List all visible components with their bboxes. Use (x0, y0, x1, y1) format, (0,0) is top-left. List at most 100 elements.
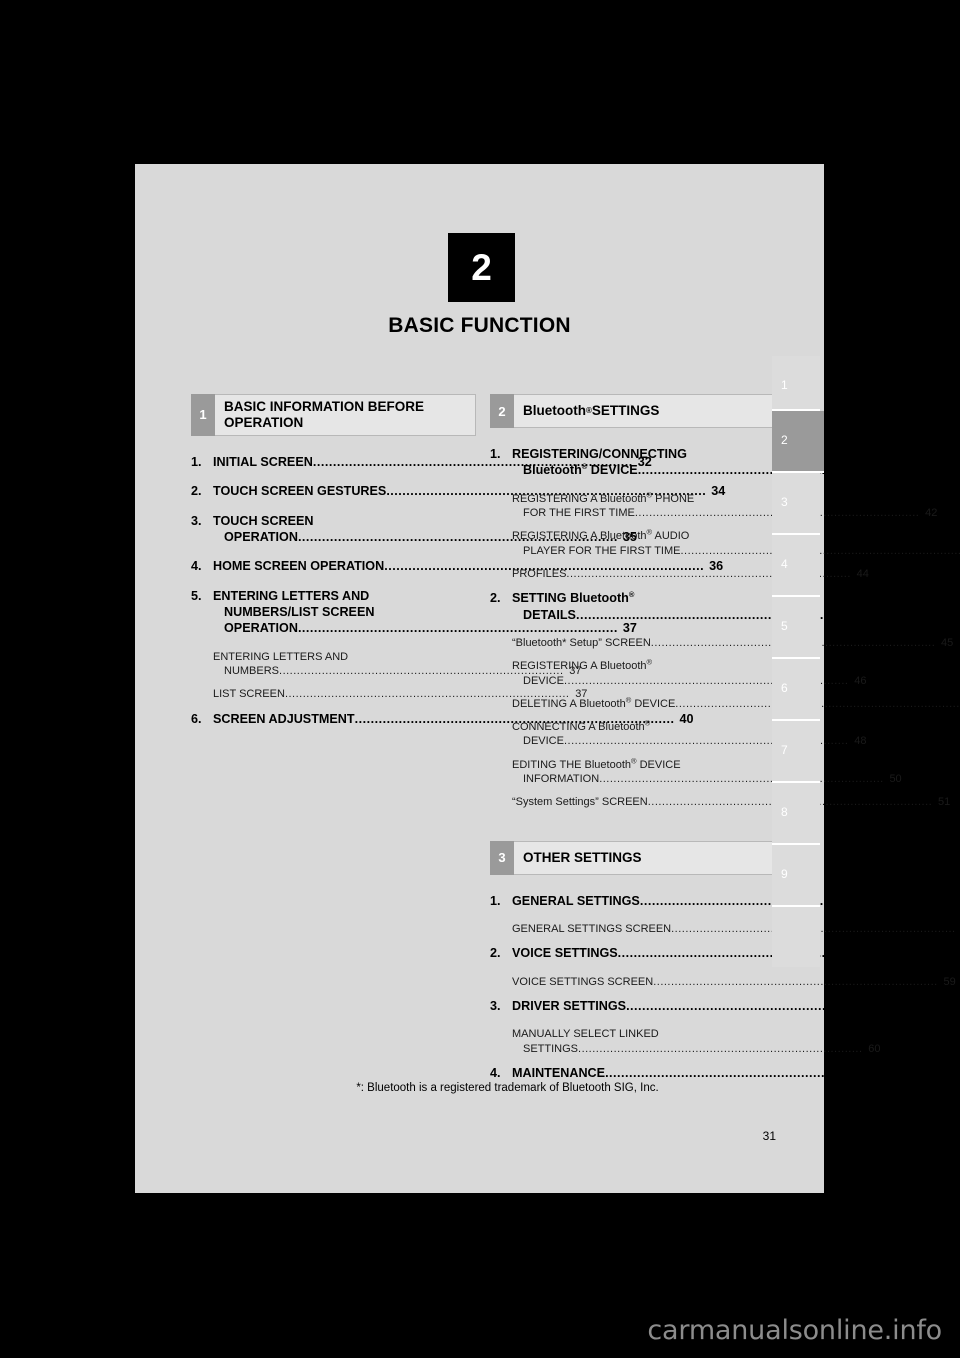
toc-entry-body: MAINTENANCE ............................… (512, 1065, 944, 1081)
toc-entry[interactable]: 5. ENTERING LETTERS AND NUMBERS/LIST SCREE… (191, 588, 637, 637)
toc-entry[interactable]: 2. VOICE SETTINGS .......................… (490, 945, 957, 961)
toc-subentry-body: REGISTERING A Bluetooth® PHONE FOR THE FI… (512, 490, 938, 521)
chapter-tab-7[interactable]: 7 (772, 721, 820, 783)
chapter-tab-blank[interactable] (772, 907, 820, 967)
toc-subentry-body: VOICE SETTINGS SCREEN ..................… (512, 975, 956, 989)
chapter-tab-1[interactable]: 1 (772, 356, 820, 411)
toc-section-header[interactable]: 3 OTHER SETTINGS (490, 840, 775, 875)
toc-entry-text: NUMBERS/LIST SCREEN (224, 605, 375, 619)
toc-subentry-line: EDITING THE Bluetooth® DEVICE (512, 757, 902, 772)
registered-trademark-icon: ® (646, 657, 653, 667)
toc-section-title: BASIC INFORMATION BEFORE OPERATION (215, 394, 476, 436)
toc-entry-text: VOICE SETTINGS SCREEN (512, 975, 654, 988)
chapter-tab-5[interactable]: 5 (772, 597, 820, 659)
toc-subentry[interactable]: “Bluetooth* Setup” SCREEN ..............… (490, 636, 953, 650)
toc-subentry[interactable]: REGISTERING A Bluetooth® DEVICE .........… (490, 657, 866, 688)
toc-entry-text: SETTINGS (523, 1042, 579, 1055)
trademark-footnote: *: Bluetooth is a registered trademark o… (356, 1082, 659, 1094)
toc-entry-text: MANUALLY SELECT LINKED (512, 1028, 659, 1041)
toc-section-number: 2 (490, 394, 514, 428)
toc-entry-text: GENERAL SETTINGS SCREEN (512, 922, 672, 935)
toc-entry-body: GENERAL SETTINGS .......................… (512, 893, 960, 909)
toc-subentry[interactable]: “System Settings” SCREEN ...............… (490, 795, 950, 809)
toc-page-number: 45 (941, 636, 954, 649)
toc-entry-text: CONNECTING A Bluetooth® (512, 718, 651, 734)
toc-entry-text: REGISTERING A Bluetooth® PHONE (512, 490, 695, 505)
toc-subentry-body: EDITING THE Bluetooth® DEVICE INFORMATION… (512, 757, 902, 787)
toc-entry-text: OPERATION (224, 529, 298, 544)
toc-page-number: 51 (937, 796, 951, 809)
toc-entry-body: VOICE SETTINGS .........................… (512, 945, 957, 961)
toc-column-right: 2 Bluetooth ® SETTINGS 1. REGISTERING/CONNEC… (490, 394, 960, 1094)
chapter-tab-4[interactable]: 4 (772, 535, 820, 597)
chapter-tab-9[interactable]: 9 (772, 845, 820, 907)
toc-entry-number: 2. (490, 946, 501, 961)
toc-entry-text: FOR THE FIRST TIME (523, 507, 635, 520)
toc-entry-text: ENTERING LETTERS AND (213, 650, 349, 663)
toc-entry[interactable]: 1. GENERAL SETTINGS .....................… (490, 893, 959, 909)
chapter-tab-3[interactable]: 3 (772, 473, 820, 535)
dot-leader: ........................................… (653, 975, 938, 988)
toc-page-number: 42 (925, 507, 938, 520)
chapter-tab-label: 1 (781, 378, 788, 392)
toc-subentry[interactable]: VOICE SETTINGS SCREEN ..................… (490, 975, 956, 989)
toc-entry-text: REGISTERING/CONNECTING (512, 447, 687, 461)
chapter-tab-label: 4 (781, 557, 788, 571)
toc-subentry[interactable]: ENTERING LETTERS AND NUMBERS ............… (191, 650, 582, 679)
chapter-tab-label: 5 (781, 619, 788, 633)
chapter-tab-6[interactable]: 6 (772, 659, 820, 721)
toc-entry[interactable]: 4. MAINTENANCE ..........................… (490, 1065, 944, 1081)
toc-subentry-line: MANUALLY SELECT LINKED (512, 1027, 881, 1041)
chapter-tab-strip: 1 2 3 4 5 6 7 8 9 (772, 356, 824, 967)
toc-entry-body: REGISTERING/CONNECTING Bluetooth® DEVICE … (512, 446, 960, 479)
toc-entry[interactable]: 3. DRIVER SETTINGS ......................… (490, 998, 960, 1014)
chapter-tab-label: 6 (781, 681, 788, 695)
toc-subentry-line: SETTINGS ...............................… (512, 1042, 881, 1056)
toc-section-title: OTHER SETTINGS (514, 840, 775, 875)
registered-trademark-icon: ® (628, 590, 635, 600)
toc-section-header[interactable]: 2 Bluetooth ® SETTINGS (490, 394, 775, 428)
toc-entry-text: HOME SCREEN OPERATION (213, 559, 385, 574)
toc-entry-number: 3. (490, 998, 501, 1013)
toc-subentry[interactable]: GENERAL SETTINGS SCREEN ................… (490, 922, 955, 936)
toc-entry[interactable]: 1. REGISTERING/CONNECTING Bluetooth® DEVIC… (490, 446, 957, 479)
toc-subentry[interactable]: EDITING THE Bluetooth® DEVICE INFORMATION… (490, 757, 902, 787)
toc-entry-text: “System Settings” SCREEN (512, 796, 648, 809)
toc-entry-text: DELETING A Bluetooth® DEVICE (512, 695, 676, 710)
toc-subentry-line: REGISTERING A Bluetooth® AUDIO (512, 528, 960, 543)
toc-subentry-line: “System Settings” SCREEN ...............… (512, 795, 950, 809)
page-number: 31 (762, 1129, 776, 1143)
toc-entry-text: “Bluetooth* Setup” SCREEN (512, 636, 651, 649)
toc-subentry[interactable]: LIST SCREEN ............................… (191, 687, 587, 701)
toc-page-number: 59 (942, 946, 957, 961)
toc-subentry[interactable]: DELETING A Bluetooth® DEVICE ...........… (490, 696, 959, 711)
toc-subentry[interactable]: PROFILES ...............................… (490, 567, 869, 581)
toc-subentry-line: DELETING A Bluetooth® DEVICE ...........… (512, 695, 960, 711)
toc-subentry[interactable]: REGISTERING A Bluetooth® AUDIO PLAYER FOR… (490, 528, 960, 558)
toc-entry-line: VOICE SETTINGS .........................… (512, 945, 957, 961)
toc-entry-text: DRIVER SETTINGS (512, 998, 627, 1013)
toc-subentry-line: PLAYER FOR THE FIRST TIME ..............… (512, 544, 960, 558)
toc-subentry[interactable]: REGISTERING A Bluetooth® PHONE FOR THE FI… (490, 491, 937, 521)
toc-entry-text: PLAYER FOR THE FIRST TIME (523, 544, 681, 557)
chapter-tab-label: 7 (781, 743, 788, 757)
toc-entry-line: Bluetooth® DEVICE ......................… (512, 462, 960, 478)
chapter-tab-8[interactable]: 8 (772, 783, 820, 845)
toc-entry-text-cont: AUDIO (652, 530, 690, 543)
toc-entry[interactable]: 2. SETTING Bluetooth® DETAILS ............… (490, 590, 915, 623)
toc-section-header[interactable]: 1 BASIC INFORMATION BEFORE OPERATION (191, 394, 476, 436)
toc-entry[interactable]: 2. TOUCH SCREEN GESTURES ................… (191, 483, 725, 499)
toc-entry[interactable]: 3. TOUCH SCREEN OPERATION ................… (191, 513, 637, 546)
toc-subentry[interactable]: MANUALLY SELECT LINKED SETTINGS .........… (490, 1027, 881, 1056)
toc-entry-text-cont: DEVICE (587, 463, 638, 478)
toc-page-number: 44 (856, 567, 869, 580)
chapter-title: BASIC FUNCTION (388, 314, 571, 337)
toc-entry-line: MAINTENANCE ............................… (512, 1065, 944, 1081)
chapter-tab-2[interactable]: 2 (772, 411, 824, 473)
toc-entry[interactable]: 4. HOME SCREEN OPERATION ................… (191, 558, 723, 574)
manual-page-sheet: 2 BASIC FUNCTION 1 BASIC INFORMATION BEFO… (135, 164, 960, 1193)
toc-entry[interactable]: 1. INITIAL SCREEN .......................… (191, 454, 652, 470)
toc-subentry[interactable]: CONNECTING A Bluetooth® DEVICE ..........… (490, 718, 866, 749)
toc-section-number: 3 (490, 840, 514, 875)
toc-entry[interactable]: 6. SCREEN ADJUSTMENT ....................… (191, 711, 694, 727)
